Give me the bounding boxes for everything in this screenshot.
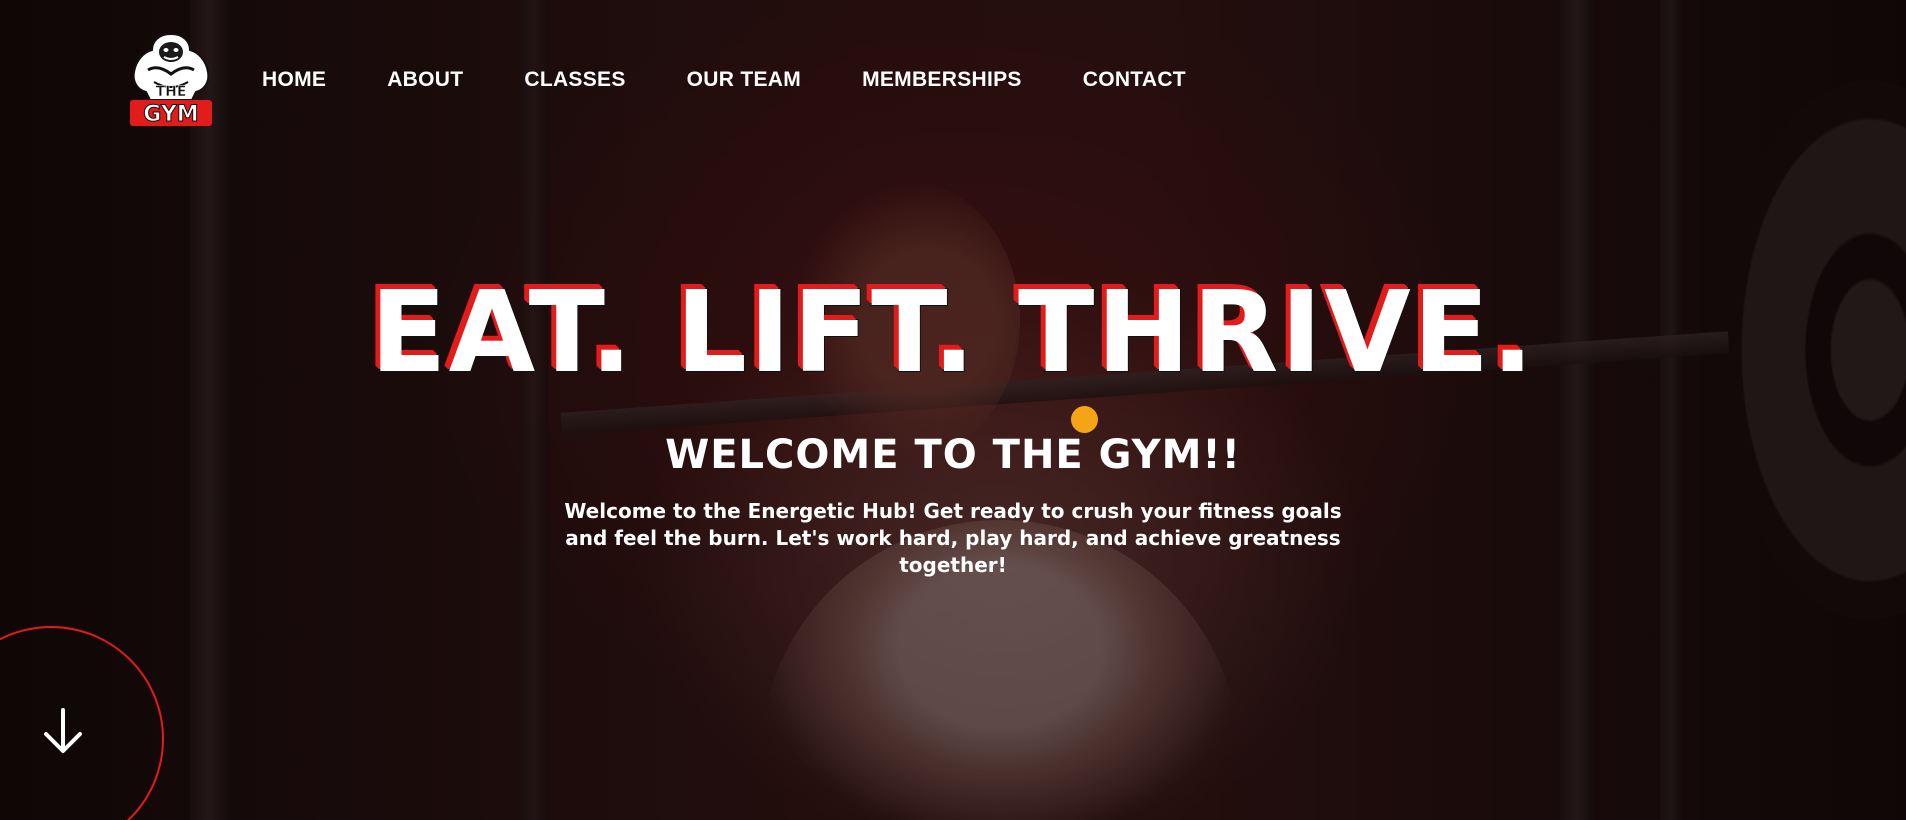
arrow-down-icon	[44, 708, 82, 753]
hero-section: THE GYM HOME ABOUT CLASSES OUR TEAM MEMB…	[0, 0, 1906, 820]
gorilla-mascot-icon: THE GYM	[130, 32, 212, 128]
logo-text-bottom: GYM	[143, 102, 198, 127]
nav-memberships[interactable]: MEMBERSHIPS	[862, 68, 1022, 92]
main-nav: HOME ABOUT CLASSES OUR TEAM MEMBERSHIPS …	[262, 68, 1247, 92]
nav-contact[interactable]: CONTACT	[1083, 68, 1186, 92]
gym-logo[interactable]: THE GYM	[128, 30, 214, 128]
welcome-title: WELCOME TO THE GYM!!	[665, 432, 1241, 478]
nav-our-team[interactable]: OUR TEAM	[687, 68, 801, 92]
accent-dot	[1071, 406, 1098, 433]
background-overlay	[0, 0, 1906, 820]
hero-headline: EAT. LIFT. THRIVE.	[369, 267, 1536, 399]
logo-text-top: THE	[156, 84, 187, 100]
nav-classes[interactable]: CLASSES	[524, 68, 625, 92]
nav-about[interactable]: ABOUT	[387, 68, 463, 92]
welcome-text: Welcome to the Energetic Hub! Get ready …	[564, 499, 1342, 577]
nav-home[interactable]: HOME	[262, 68, 326, 92]
